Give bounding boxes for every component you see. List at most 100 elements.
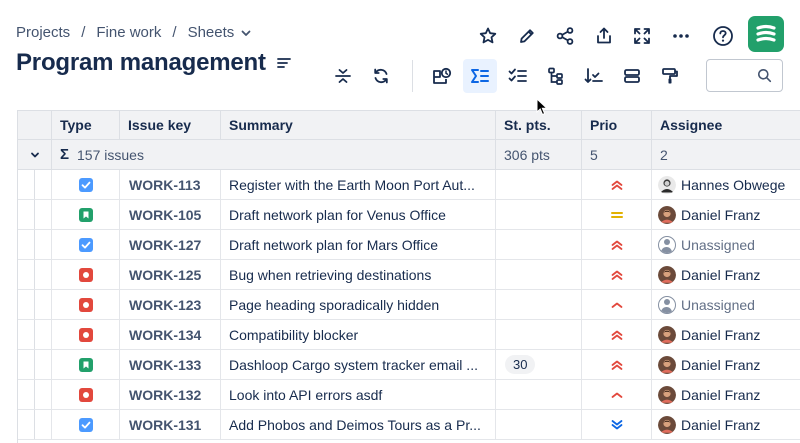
column-header-summary[interactable]: Summary: [221, 111, 496, 139]
story-points-cell[interactable]: [496, 380, 582, 409]
priority-cell[interactable]: [582, 350, 652, 379]
issue-type-cell[interactable]: [52, 290, 120, 319]
summary-cell[interactable]: Draft network plan for Venus Office: [221, 200, 496, 229]
column-header-priority[interactable]: Prio: [582, 111, 652, 139]
issue-type-cell[interactable]: [52, 200, 120, 229]
summary-cell[interactable]: Draft network plan for Mars Office: [221, 230, 496, 259]
priority-cell[interactable]: [582, 200, 652, 229]
app-logo[interactable]: [748, 16, 784, 52]
title-menu-icon[interactable]: [277, 56, 291, 70]
chevron-down-icon[interactable]: [240, 27, 252, 39]
avatar: [658, 385, 681, 404]
summary-cell[interactable]: Look into API errors asdf: [221, 380, 496, 409]
issue-key-cell[interactable]: WORK-125: [120, 260, 221, 289]
issue-key-cell[interactable]: WORK-134: [120, 320, 221, 349]
assignee-cell[interactable]: Daniel Franz: [652, 320, 800, 349]
priority-lowest-icon: [610, 418, 624, 432]
issue-type-cell[interactable]: [52, 230, 120, 259]
breadcrumb-fine-work[interactable]: Fine work: [96, 24, 161, 41]
summary-cell[interactable]: Bug when retrieving destinations: [221, 260, 496, 289]
summary-text: Add Phobos and Deimos Tours as a Pr...: [229, 416, 481, 433]
issue-key-cell[interactable]: WORK-123: [120, 290, 221, 319]
column-header-type[interactable]: Type: [52, 111, 120, 139]
issue-key-cell[interactable]: WORK-132: [120, 380, 221, 409]
issue-type-cell[interactable]: [52, 350, 120, 379]
assignee-cell[interactable]: Daniel Franz: [652, 350, 800, 379]
issue-type-cell[interactable]: [52, 320, 120, 349]
help-icon[interactable]: [707, 20, 739, 52]
summary-cell[interactable]: Page heading sporadically hidden: [221, 290, 496, 319]
refresh-icon[interactable]: [364, 59, 398, 93]
hierarchy-icon[interactable]: [539, 59, 573, 93]
issue-key-cell[interactable]: WORK-127: [120, 230, 221, 259]
table-row[interactable]: WORK-127 Draft network plan for Mars Offi…: [18, 230, 800, 260]
table-row[interactable]: WORK-133 Dashloop Cargo system tracker em…: [18, 350, 800, 380]
story-points-cell[interactable]: [496, 200, 582, 229]
avatar: [658, 415, 681, 434]
summary-cell[interactable]: Dashloop Cargo system tracker email ...: [221, 350, 496, 379]
summary-cell[interactable]: Compatibility blocker: [221, 320, 496, 349]
table-row[interactable]: WORK-123 Page heading sporadically hidden…: [18, 290, 800, 320]
priority-cell[interactable]: [582, 170, 652, 199]
issue-type-cell[interactable]: [52, 380, 120, 409]
priority-cell[interactable]: [582, 320, 652, 349]
table-row[interactable]: WORK-132 Look into API errors asdf Daniel …: [18, 380, 800, 410]
assignee-cell[interactable]: Hannes Obwege: [652, 170, 800, 199]
issue-key-cell[interactable]: WORK-113: [120, 170, 221, 199]
story-points-cell[interactable]: [496, 410, 582, 439]
priority-cell[interactable]: [582, 290, 652, 319]
story-points-cell[interactable]: 30: [496, 350, 582, 379]
share-icon[interactable]: [549, 20, 581, 52]
story-points-cell[interactable]: [496, 230, 582, 259]
checklist-icon[interactable]: [501, 59, 535, 93]
story-points-cell[interactable]: [496, 260, 582, 289]
assignee-cell[interactable]: Daniel Franz: [652, 260, 800, 289]
format-paint-icon[interactable]: [653, 59, 687, 93]
add-view-icon[interactable]: [425, 59, 459, 93]
star-icon[interactable]: [472, 20, 504, 52]
assignee-cell[interactable]: Unassigned: [652, 290, 800, 319]
story-points-cell[interactable]: [496, 320, 582, 349]
search-field[interactable]: [706, 59, 783, 92]
issue-type-cell[interactable]: [52, 260, 120, 289]
column-header-issue-key[interactable]: Issue key: [120, 111, 221, 139]
column-header-assignee[interactable]: Assignee: [652, 111, 800, 139]
collapse-icon[interactable]: [326, 59, 360, 93]
table-row[interactable]: WORK-125 Bug when retrieving destinations…: [18, 260, 800, 290]
issue-type-cell[interactable]: [52, 410, 120, 439]
pencil-icon[interactable]: [511, 20, 543, 52]
breadcrumb-projects[interactable]: Projects: [16, 24, 70, 41]
table-row[interactable]: WORK-131 Add Phobos and Deimos Tours as a…: [18, 410, 800, 440]
priority-cell[interactable]: [582, 380, 652, 409]
assignee-cell[interactable]: Unassigned: [652, 230, 800, 259]
issue-type-cell[interactable]: [52, 170, 120, 199]
fullscreen-icon[interactable]: [626, 20, 658, 52]
breadcrumb: Projects / Fine work / Sheets: [16, 24, 252, 41]
table-row[interactable]: WORK-105 Draft network plan for Venus Off…: [18, 200, 800, 230]
breadcrumb-separator: /: [172, 24, 177, 41]
story-points-cell[interactable]: [496, 290, 582, 319]
chevron-down-icon[interactable]: [18, 140, 52, 169]
breadcrumb-sheets[interactable]: Sheets: [188, 24, 235, 41]
summary-cell[interactable]: Register with the Earth Moon Port Aut...: [221, 170, 496, 199]
issue-key-cell[interactable]: WORK-133: [120, 350, 221, 379]
table-row[interactable]: WORK-113 Register with the Earth Moon Por…: [18, 170, 800, 200]
export-icon[interactable]: [588, 20, 620, 52]
story-points-cell[interactable]: [496, 170, 582, 199]
assignee-cell[interactable]: Daniel Franz: [652, 380, 800, 409]
group-count: Σ 157 issues: [52, 140, 496, 169]
assignee-cell[interactable]: Daniel Franz: [652, 200, 800, 229]
more-icon[interactable]: [665, 20, 697, 52]
priority-cell[interactable]: [582, 230, 652, 259]
priority-cell[interactable]: [582, 410, 652, 439]
table-row[interactable]: WORK-134 Compatibility blocker Daniel Fran…: [18, 320, 800, 350]
priority-cell[interactable]: [582, 260, 652, 289]
sort-icon[interactable]: [577, 59, 611, 93]
issue-key-cell[interactable]: WORK-105: [120, 200, 221, 229]
group-icon[interactable]: [615, 59, 649, 93]
issue-key-cell[interactable]: WORK-131: [120, 410, 221, 439]
bug-type-icon: [78, 387, 93, 402]
sum-icon[interactable]: [463, 59, 497, 93]
summary-cell[interactable]: Add Phobos and Deimos Tours as a Pr...: [221, 410, 496, 439]
assignee-cell[interactable]: Daniel Franz: [652, 410, 800, 439]
